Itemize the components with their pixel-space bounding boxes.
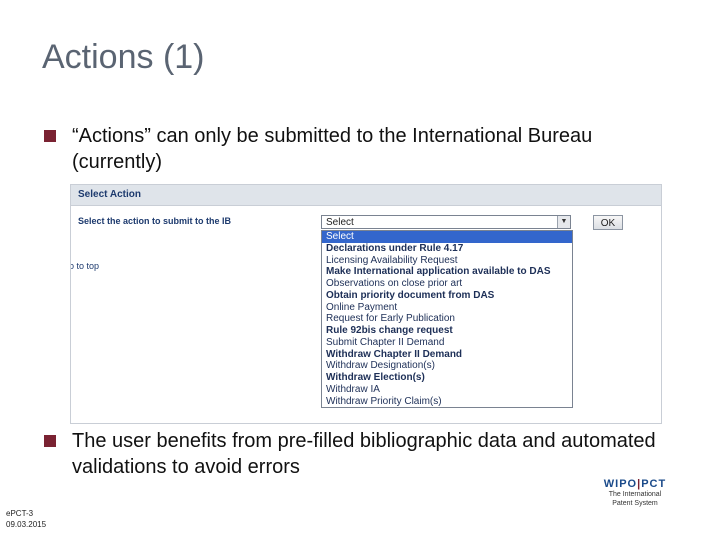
dropdown-option[interactable]: Withdraw IA	[322, 384, 572, 396]
footer-code: ePCT-3	[6, 508, 46, 519]
bullet-square-icon	[44, 435, 56, 447]
dropdown-option[interactable]: Online Payment	[322, 302, 572, 314]
go-to-top-link[interactable]: o to top	[70, 261, 99, 271]
action-select[interactable]: Select ▼	[321, 215, 571, 229]
dropdown-option[interactable]: Rule 92bis change request	[322, 325, 572, 337]
bullet-square-icon	[44, 130, 56, 142]
bullet-text: “Actions” can only be submitted to the I…	[72, 123, 664, 175]
logo-subtitle-1: The International	[590, 490, 680, 499]
footer: ePCT-3 09.03.2015	[6, 508, 46, 530]
select-action-prompt: Select the action to submit to the IB	[78, 216, 231, 226]
bullet-item: “Actions” can only be submitted to the I…	[44, 123, 664, 175]
dropdown-option[interactable]: Make International application available…	[322, 266, 572, 278]
bullet-item: The user benefits from pre-filled biblio…	[44, 428, 664, 480]
action-select-value: Select	[326, 217, 354, 228]
embedded-screenshot: Select Action Select the action to submi…	[70, 184, 662, 424]
dropdown-option[interactable]: Submit Chapter II Demand	[322, 337, 572, 349]
logo-mark: WIPO|PCT	[590, 478, 680, 490]
logo-subtitle-2: Patent System	[590, 499, 680, 508]
wipo-pct-logo: WIPO|PCT The International Patent System	[590, 478, 680, 508]
dropdown-option[interactable]: Select	[322, 231, 572, 243]
bullet-text: The user benefits from pre-filled biblio…	[72, 428, 664, 480]
dropdown-option[interactable]: Licensing Availability Request	[322, 255, 572, 267]
ok-button[interactable]: OK	[593, 215, 623, 230]
chevron-down-icon[interactable]: ▼	[557, 216, 570, 228]
dropdown-option[interactable]: Request for Early Publication	[322, 313, 572, 325]
dropdown-option[interactable]: Declarations under Rule 4.17	[322, 243, 572, 255]
dropdown-option[interactable]: Withdraw Election(s)	[322, 372, 572, 384]
slide-title: Actions (1)	[42, 38, 205, 77]
footer-date: 09.03.2015	[6, 519, 46, 530]
dropdown-option[interactable]: Obtain priority document from DAS	[322, 290, 572, 302]
select-action-header: Select Action	[71, 185, 661, 206]
dropdown-option[interactable]: Withdraw Designation(s)	[322, 360, 572, 372]
dropdown-option[interactable]: Withdraw Chapter II Demand	[322, 349, 572, 361]
dropdown-option[interactable]: Withdraw Priority Claim(s)	[322, 396, 572, 408]
action-dropdown-list: SelectDeclarations under Rule 4.17Licens…	[321, 230, 573, 408]
dropdown-option[interactable]: Observations on close prior art	[322, 278, 572, 290]
